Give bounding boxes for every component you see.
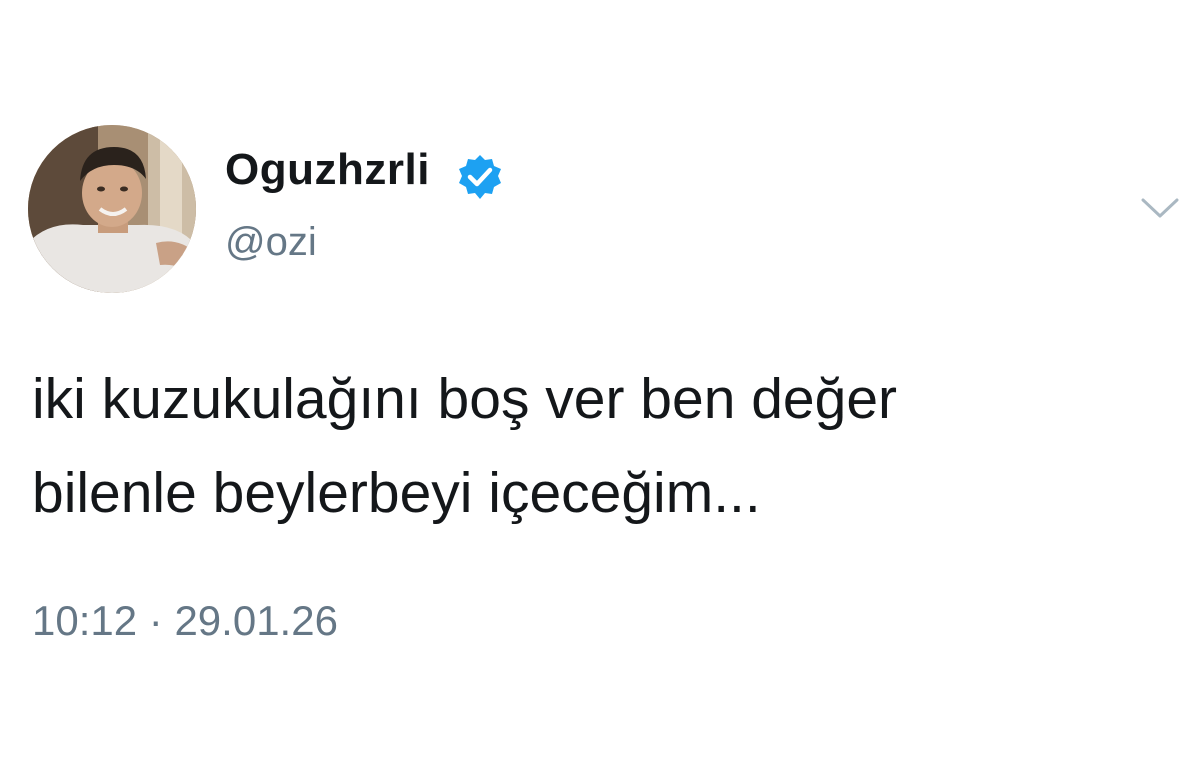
- display-name[interactable]: Oguzhzrli: [225, 148, 430, 192]
- verified-check-icon: [459, 155, 501, 199]
- timestamp-separator: ·: [148, 597, 163, 644]
- tweet-text: iki kuzukulağını boş ver ben değer bilen…: [32, 367, 898, 525]
- chevron-down-icon[interactable]: [1140, 196, 1180, 220]
- avatar-photo: [28, 125, 196, 293]
- tweet-date: 29.01.26: [174, 597, 338, 644]
- avatar[interactable]: [28, 125, 196, 293]
- tweet-time: 10:12: [32, 597, 138, 644]
- tweet-card: Oguzhzrli @ozi iki kuzukulağını boş ver …: [0, 0, 1200, 773]
- tweet-timestamp[interactable]: 10:12 · 29.01.26: [32, 600, 338, 642]
- user-handle[interactable]: @ozi: [225, 222, 317, 262]
